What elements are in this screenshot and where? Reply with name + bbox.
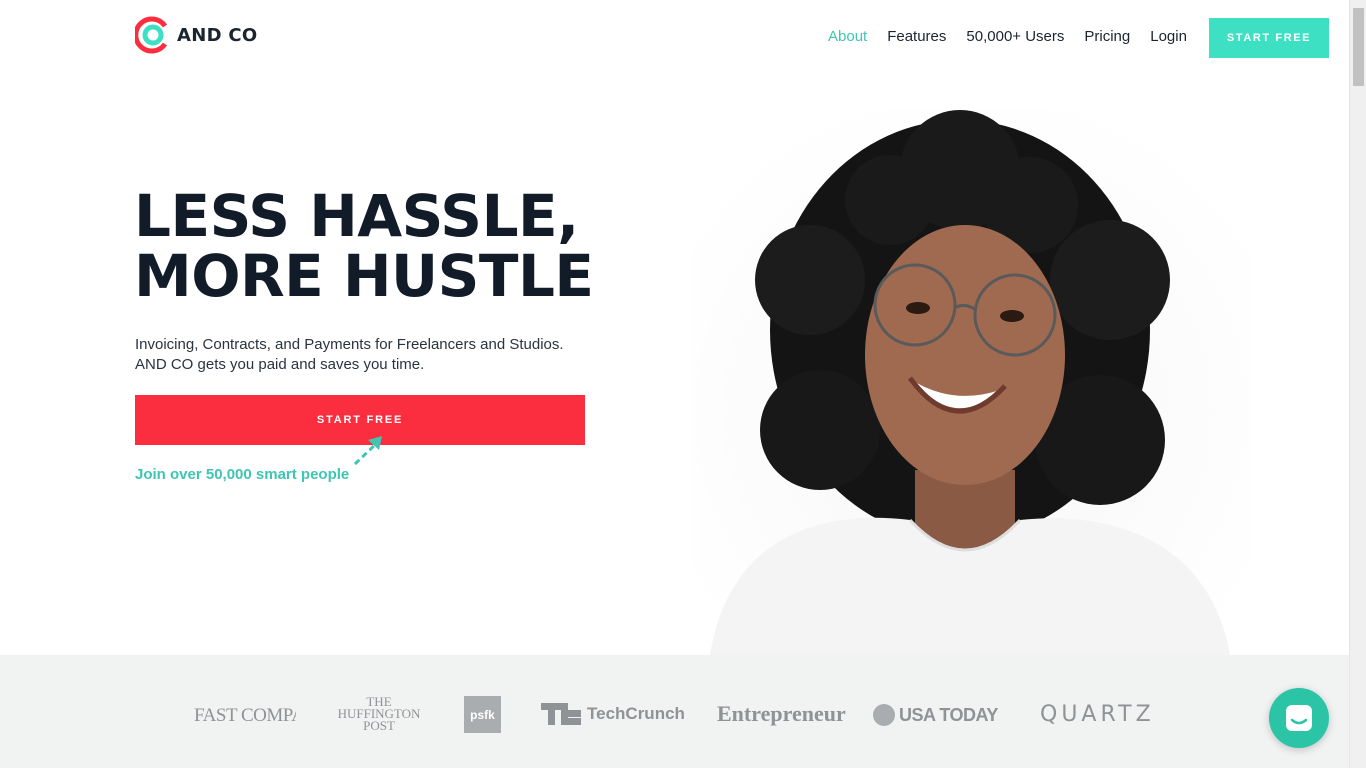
- subtitle-line-2: AND CO gets you paid and saves you time.: [135, 356, 425, 373]
- subtitle-line-1: Invoicing, Contracts, and Payments for F…: [135, 336, 564, 353]
- and-co-logo-icon: [135, 16, 168, 54]
- join-text[interactable]: Join over 50,000 smart people: [135, 466, 349, 483]
- huffington-post-logo: THE HUFFINGTON POST: [337, 694, 421, 733]
- headline-line-2: MORE HUSTLE: [134, 242, 594, 310]
- hero-portrait-image: [690, 110, 1250, 655]
- nav-about[interactable]: About: [828, 28, 867, 45]
- arrow-icon: [353, 436, 382, 466]
- brand-name: AND CO: [177, 24, 258, 46]
- nav-pricing[interactable]: Pricing: [1084, 28, 1130, 45]
- chat-icon: [1286, 705, 1312, 731]
- psfk-logo: psfk: [464, 696, 501, 733]
- nav-features[interactable]: Features: [887, 28, 946, 45]
- hero-subtitle: Invoicing, Contracts, and Payments for F…: [135, 335, 564, 375]
- usa-today-dot-icon: [873, 704, 895, 726]
- nav-login[interactable]: Login: [1150, 28, 1187, 45]
- nav-users[interactable]: 50,000+ Users: [966, 28, 1064, 45]
- techcrunch-text: TechCrunch: [587, 704, 685, 723]
- entrepreneur-logo: Entrepreneur: [717, 701, 846, 726]
- quartz-logo: QUARTZ: [1040, 702, 1155, 727]
- fast-company-logo: FAST COMPANY: [194, 705, 296, 726]
- hero-headline: LESS HASSLE, MORE HUSTLE: [134, 186, 594, 306]
- usa-today-logo: USA TODAY: [873, 704, 998, 726]
- press-logos-bar: FAST COMPANY THE HUFFINGTON POST psfk Te…: [0, 655, 1349, 768]
- usa-today-text: USA TODAY: [899, 704, 998, 725]
- top-nav: AND CO About Features 50,000+ Users Pric…: [0, 0, 1349, 76]
- and-co-logo[interactable]: AND CO: [135, 15, 258, 55]
- fast-company-logo-text: FAST COMPANY: [194, 705, 296, 726]
- nav-start-free-button[interactable]: START FREE: [1209, 18, 1329, 58]
- page-scrollbar[interactable]: [1349, 0, 1366, 768]
- headline-line-1: LESS HASSLE,: [134, 182, 579, 250]
- techcrunch-logo: TechCrunch: [541, 703, 685, 725]
- chat-launcher-button[interactable]: [1269, 688, 1329, 748]
- scrollbar-thumb[interactable]: [1353, 8, 1364, 86]
- main-menu: About Features 50,000+ Users Pricing Log…: [828, 28, 1187, 45]
- techcrunch-mark-icon: [541, 703, 581, 725]
